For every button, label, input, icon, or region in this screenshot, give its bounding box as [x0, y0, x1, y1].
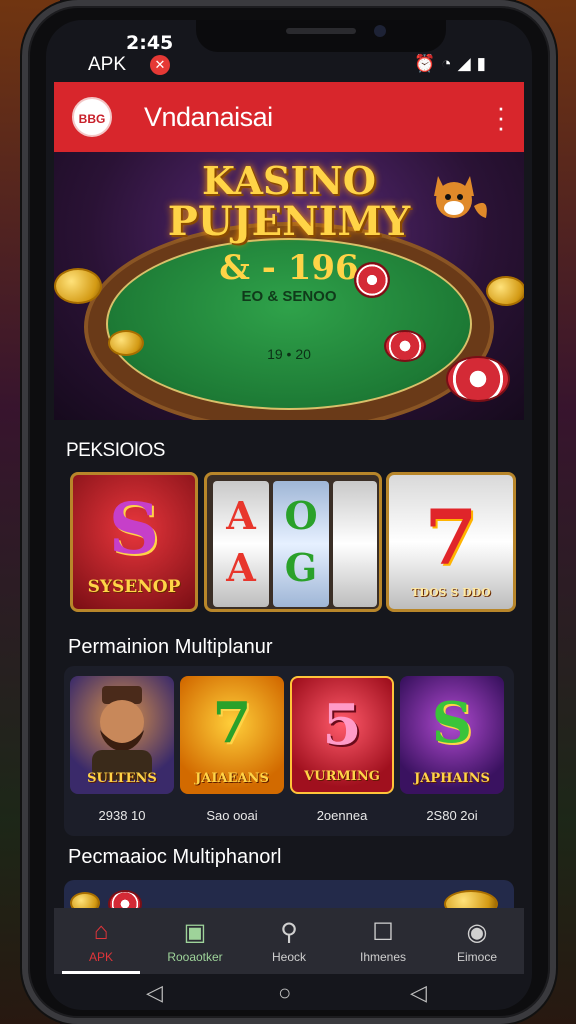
- camera-icon: [374, 25, 386, 37]
- game-tile-japhains[interactable]: S JAPHAINS: [400, 676, 504, 794]
- slot-reel: O G: [273, 481, 329, 607]
- nav-label: Rooaotker: [167, 950, 223, 964]
- nav-item-apk[interactable]: ⌂ APK: [54, 908, 148, 974]
- game-caption: 2938 10: [98, 808, 146, 823]
- featured-row: S SYSENOP A A O G 7 TDOS S DDO: [66, 472, 524, 622]
- game-tile-sysenop[interactable]: S SYSENOP: [70, 472, 198, 612]
- game-glyph: 7: [212, 690, 252, 756]
- promo-banner[interactable]: KASINO PUJENIMY & - 196 EO & SENOO 19 • …: [54, 152, 524, 420]
- casino-chip-icon: [446, 356, 510, 402]
- more-vert-icon[interactable]: · · ·: [496, 94, 506, 140]
- speaker-grille: [286, 28, 356, 34]
- casino-chip-icon: [384, 330, 426, 362]
- search-icon: ⚲: [280, 919, 298, 946]
- notch: [196, 20, 446, 52]
- coin-icon: [54, 268, 102, 304]
- casino-chip-icon: [354, 262, 390, 298]
- banner-subtitle: EO & SENOO: [241, 288, 337, 305]
- nav-label: APK: [88, 950, 113, 964]
- game-tile-jaiaeans[interactable]: 7 JAIAEANS: [180, 676, 284, 794]
- app-title: Vndanaisai: [144, 101, 273, 132]
- signal-icon: ◢: [457, 54, 477, 73]
- battery-icon: ▮: [476, 54, 492, 73]
- game-caption: TDOS S DDO: [411, 586, 491, 599]
- game-name: JAIAEANS: [195, 771, 269, 786]
- square-icon: ☐: [372, 919, 394, 946]
- nav-label: Heock: [271, 950, 306, 964]
- nav-item-profile[interactable]: ◉ Eimoce: [430, 908, 524, 974]
- game-tile-slot-reels[interactable]: A A O G: [204, 472, 382, 612]
- app-logo[interactable]: BBG: [72, 97, 112, 137]
- section-title-featured: PEKSIOIOS: [66, 440, 165, 461]
- status-app-label: APK: [88, 54, 127, 75]
- phone-frame: 2:45 APK ✕ ⏰◔◢▮ BBG Vndanaisai · · · KASIN…: [22, 0, 556, 1024]
- slot-reel: [333, 481, 377, 607]
- nav-item-games[interactable]: ▣ Rooaotker: [148, 908, 242, 974]
- game-caption: 2oennea: [316, 808, 368, 823]
- section-title-multiplayer: Permainion Multiplanur: [68, 636, 273, 658]
- slot-reel: A A: [213, 481, 269, 607]
- game-caption: Sao ooai: [206, 808, 258, 823]
- game-tile-sultens[interactable]: SULTENS: [70, 676, 174, 794]
- game-glyph: S: [108, 487, 160, 570]
- app-bar: BBG Vndanaisai · · ·: [54, 82, 524, 152]
- game-name: JAPHAINS: [414, 771, 490, 786]
- game-caption: 2S80 2oi: [426, 808, 478, 823]
- screen: 2:45 APK ✕ ⏰◔◢▮ BBG Vndanaisai · · · KASIN…: [46, 20, 532, 1010]
- game-tile-vurming[interactable]: 5 VURMING: [290, 676, 394, 794]
- nav-item-menu[interactable]: ☐ Ihmenes: [336, 908, 430, 974]
- fox-mascot-icon: [434, 176, 487, 218]
- game-glyph: 7: [424, 493, 478, 582]
- multiplayer-row: SULTENS 2938 10 7 JAIAEANS Sao ooai 5 VU…: [64, 666, 514, 836]
- section-title-multiplayer-2: Pecmaaioc Multiphanorl: [68, 846, 282, 868]
- coin-icon: [108, 330, 144, 356]
- game-name: VURMING: [304, 769, 380, 784]
- record-badge-icon: ✕: [150, 55, 170, 75]
- game-icon: ▣: [183, 919, 207, 946]
- system-navigation: ◁ ○ ◁: [46, 974, 532, 1010]
- home-circle-icon[interactable]: ○: [278, 980, 291, 1006]
- home-icon: ⌂: [93, 918, 109, 945]
- wifi-icon: ◔: [441, 54, 458, 73]
- game-name: SULTENS: [87, 771, 157, 786]
- profile-icon: ◉: [466, 919, 488, 946]
- nav-label: Eimoce: [456, 950, 497, 964]
- status-bar: APK ✕ ⏰◔◢▮: [46, 50, 532, 82]
- recents-icon[interactable]: ◁: [410, 980, 427, 1006]
- bottom-navigation: ⌂ APK ▣ Rooaotker ⚲ Heock ☐ Ihmenes ◉ Ei…: [54, 908, 524, 974]
- alarm-icon: ⏰: [414, 54, 442, 73]
- coin-icon: [486, 276, 524, 306]
- banner-amount: & - 196: [219, 248, 359, 288]
- status-time: 2:45: [126, 32, 174, 54]
- game-label: SYSENOP: [87, 577, 181, 597]
- game-glyph: 5: [322, 692, 362, 758]
- nav-label: Ihmenes: [359, 950, 407, 964]
- status-icons: ⏰◔◢▮: [414, 54, 492, 74]
- game-tile-seven[interactable]: 7 TDOS S DDO: [386, 472, 516, 612]
- nav-item-search[interactable]: ⚲ Heock: [242, 908, 336, 974]
- game-glyph: S: [431, 690, 473, 756]
- back-icon[interactable]: ◁: [146, 980, 163, 1006]
